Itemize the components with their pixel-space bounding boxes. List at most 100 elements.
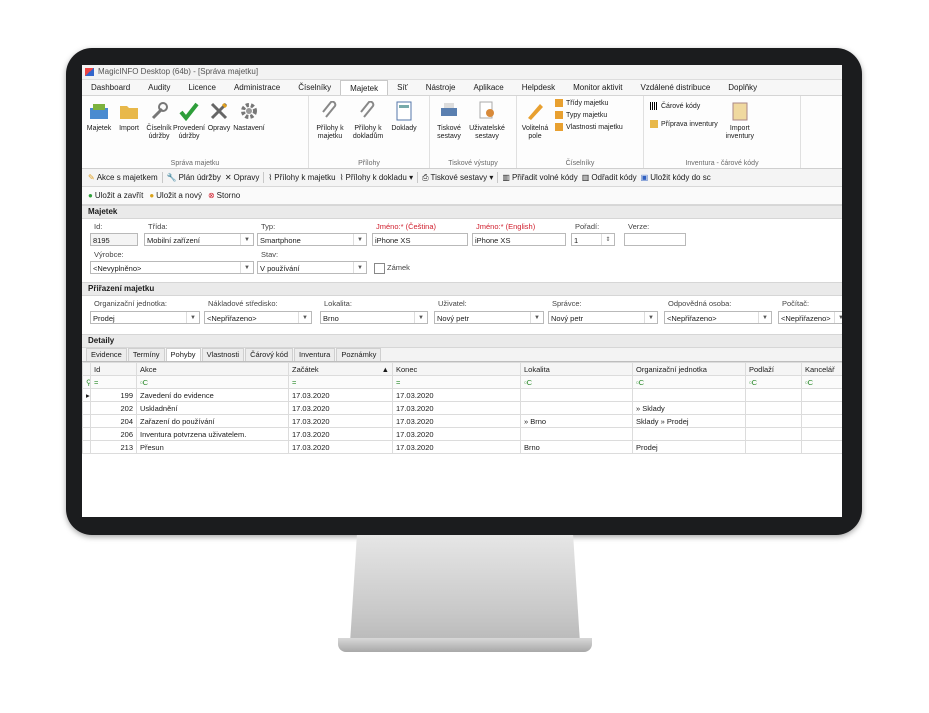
odpovedna-osoba-select[interactable]: <Nepřiřazeno> ▼: [664, 311, 772, 324]
verze-label: Verze:: [628, 222, 650, 231]
filter-cell[interactable]: ▫C: [745, 375, 802, 389]
typy-majetku-button[interactable]: Typy majetku: [555, 111, 623, 119]
priradit-volne-kody-button[interactable]: ▥ Přiřadit volné kódy: [502, 173, 577, 182]
nakladove-stredisko-select[interactable]: <Nepřiřazeno> ▼: [204, 311, 312, 324]
menu-sit[interactable]: Síť: [388, 80, 417, 95]
doklady-button[interactable]: Doklady: [387, 96, 421, 168]
opravy-button[interactable]: Opravy: [204, 96, 234, 168]
menu-majetek[interactable]: Majetek: [340, 80, 389, 95]
plan-udrzby-button[interactable]: 🔧 Plán údržby: [167, 173, 221, 182]
menu-ciselniky[interactable]: Číselníky: [289, 80, 340, 95]
jmeno-en-field[interactable]: iPhone XS: [472, 233, 566, 246]
menu-helpdesk[interactable]: Helpdesk: [513, 80, 564, 95]
paperclip-icon: [357, 100, 379, 122]
table-row[interactable]: 204 Zařazení do používání 17.03.2020 17.…: [82, 414, 842, 428]
filter-cell[interactable]: =: [392, 375, 521, 389]
ciselnik-udrzby-button[interactable]: Číselník údržby: [144, 96, 174, 168]
trida-label: Třída:: [148, 222, 168, 231]
carove-kody-button[interactable]: Čárové kódy: [650, 102, 718, 110]
tab-pohyby[interactable]: Pohyby: [165, 348, 201, 361]
filter-cell[interactable]: =: [90, 375, 137, 389]
trida-select[interactable]: Mobilní zařízení ▼: [144, 233, 254, 246]
opravy-toolbar-button[interactable]: ✕ Opravy: [225, 173, 260, 182]
table-row[interactable]: 206 Inventura potvrzena uživatelem. 17.0…: [82, 427, 842, 441]
import-button[interactable]: Import: [114, 96, 144, 168]
typ-select[interactable]: Smartphone ▼: [257, 233, 367, 246]
tab-evidence[interactable]: Evidence: [86, 348, 127, 361]
column-header-akce[interactable]: Akce: [136, 362, 289, 376]
verze-field[interactable]: [624, 233, 686, 246]
spinner-icon[interactable]: ⇕: [601, 234, 614, 245]
lokalita-select[interactable]: Brno ▼: [320, 311, 428, 324]
odradit-kody-button[interactable]: ▥ Odřadit kódy: [582, 173, 637, 182]
tiskove-sestavy-toolbar-button[interactable]: ⎙ Tiskové sestavy ▾: [422, 173, 493, 183]
table-row[interactable]: ▸ 199 Zavedení do evidence 17.03.2020 17…: [82, 388, 842, 402]
menu-audity[interactable]: Audity: [139, 80, 179, 95]
uzivatel-select[interactable]: Nový petr ▼: [434, 311, 544, 324]
paperclip-icon: ⌇: [268, 173, 273, 182]
column-header-kancelar[interactable]: Kancelář: [801, 362, 842, 376]
menu-monitor-aktivit[interactable]: Monitor aktivit: [564, 80, 631, 95]
printer-icon: [438, 100, 460, 122]
akce-s-majetkem-button[interactable]: ✎ Akce s majetkem: [88, 173, 158, 182]
column-header-konec[interactable]: Konec: [392, 362, 521, 376]
menu-vzdalene-distribuce[interactable]: Vzdálené distribuce: [631, 80, 719, 95]
prilohy-k-dokladu-toolbar-button[interactable]: ⌇ Přílohy k dokladu ▾: [340, 173, 414, 182]
menu-aplikace[interactable]: Aplikace: [464, 80, 512, 95]
filter-cell[interactable]: ▫C: [136, 375, 289, 389]
prilohy-k-dokladum-button[interactable]: Přílohy k dokladům: [349, 96, 387, 168]
tiskove-sestavy-button[interactable]: Tiskové sestavy: [432, 96, 466, 168]
volitelna-pole-button[interactable]: Volitelná pole: [519, 96, 551, 168]
filter-cell[interactable]: ▫C: [520, 375, 633, 389]
filter-cell[interactable]: ▫C: [632, 375, 746, 389]
pocitac-select[interactable]: <Nepřiřazeno>▼: [778, 311, 842, 324]
nastaveni-button[interactable]: Nastavení: [233, 96, 265, 168]
priprava-inventury-button[interactable]: Příprava inventury: [650, 120, 718, 128]
paperclip-icon: [319, 100, 341, 122]
poradi-stepper[interactable]: 1 ⇕: [571, 233, 615, 246]
tab-poznamky[interactable]: Poznámky: [336, 348, 382, 361]
column-header-org[interactable]: Organizační jednotka: [632, 362, 746, 376]
tab-terminy[interactable]: Termíny: [127, 348, 165, 361]
menu-doplnky[interactable]: Doplňky: [719, 80, 766, 95]
barcode-icon: [650, 102, 658, 110]
uzivatel-label: Uživatel:: [438, 299, 467, 308]
jmeno-cs-field[interactable]: iPhone XS: [372, 233, 468, 246]
column-header-lokalita[interactable]: Lokalita: [520, 362, 633, 376]
vlastnosti-majetku-button[interactable]: Vlastnosti majetku: [555, 123, 623, 131]
ulozit-kody-button[interactable]: ▣ Uložit kódy do sc: [641, 173, 711, 182]
menu-nastroje[interactable]: Nástroje: [417, 80, 465, 95]
spravce-select[interactable]: Nový petr ▼: [548, 311, 658, 324]
menu-dashboard[interactable]: Dashboard: [82, 80, 139, 95]
majetek-button[interactable]: Majetek: [84, 96, 114, 168]
app-icon: [85, 68, 94, 76]
tridy-majetku-button[interactable]: Třídy majetku: [555, 99, 623, 107]
column-header-id[interactable]: Id: [90, 362, 137, 376]
pencil-icon: ✎: [88, 173, 95, 182]
ribbon-group-ciselniky: Volitelná pole Třídy majetku Typy majetk…: [517, 96, 644, 168]
column-header-podlazi[interactable]: Podlaží: [745, 362, 802, 376]
prilohy-k-majetku-button[interactable]: Přílohy k majetku: [311, 96, 349, 168]
table-row[interactable]: 202 Uskladnění 17.03.2020 17.03.2020 » S…: [82, 401, 842, 415]
org-jednotka-select[interactable]: Prodej ▼: [90, 311, 200, 324]
ulozit-a-zavrit-button[interactable]: ● Uložit a zavřít: [88, 191, 143, 200]
table-row[interactable]: 213 Přesun 17.03.2020 17.03.2020 Brno Pr…: [82, 440, 842, 454]
menu-licence[interactable]: Licence: [179, 80, 225, 95]
import-inventury-button[interactable]: Import inventury: [722, 96, 758, 168]
ulozit-a-novy-button[interactable]: ● Uložit a nový: [149, 191, 202, 200]
storno-button[interactable]: ⊗ Storno: [208, 191, 240, 200]
vyrobce-select[interactable]: <Nevyplněno> ▼: [90, 261, 254, 274]
uzivatelske-sestavy-button[interactable]: Uživatelské sestavy: [466, 96, 508, 168]
tab-inventura[interactable]: Inventura: [294, 348, 336, 361]
stav-select[interactable]: V používání ▼: [257, 261, 367, 274]
column-header-zacatek[interactable]: Začátek ▲: [288, 362, 393, 376]
filter-cell[interactable]: =: [288, 375, 393, 389]
provedeni-udrzby-button[interactable]: Provedení údržby: [173, 96, 205, 168]
chevron-down-icon: ▼: [834, 312, 842, 323]
filter-cell[interactable]: ▫C: [801, 375, 842, 389]
tab-vlastnosti[interactable]: Vlastnosti: [201, 348, 245, 361]
menu-administrace[interactable]: Administrace: [225, 80, 289, 95]
tab-carovy-kod[interactable]: Čárový kód: [245, 348, 294, 361]
prilohy-k-majetku-toolbar-button[interactable]: ⌇ Přílohy k majetku: [268, 173, 335, 182]
zamek-checkbox[interactable]: [374, 263, 385, 274]
